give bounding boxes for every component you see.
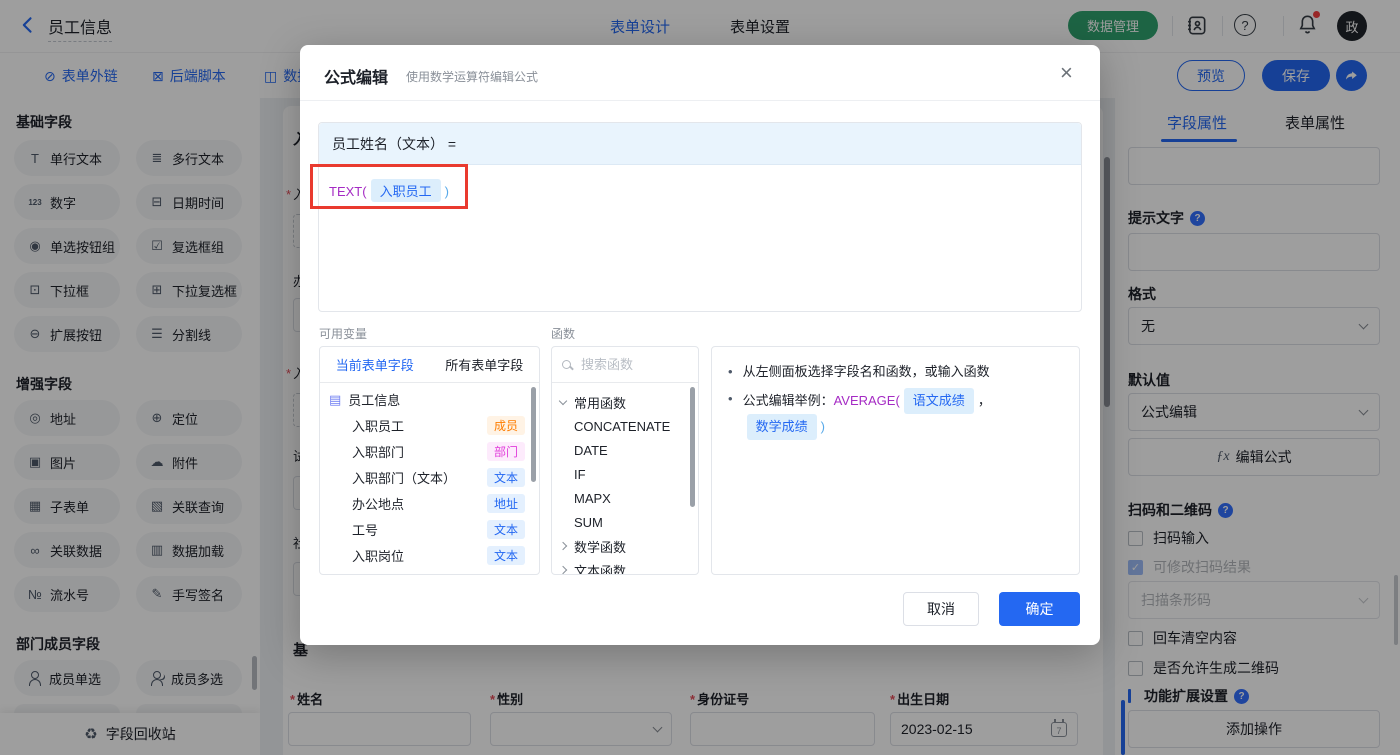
tips-panel: • 从左侧面板选择字段名和函数，或输入函数 • 公式编辑举例：AVERAGE(语文… <box>711 346 1080 575</box>
tip-line: • 从左侧面板选择字段名和函数，或输入函数 <box>728 364 990 379</box>
variables-scrollbar[interactable] <box>531 387 536 482</box>
example-chip: 数学成绩 <box>746 414 817 440</box>
functions-scrollbar[interactable] <box>690 387 695 507</box>
formula-editor-dialog: 公式编辑 使用数学运算符编辑公式 × 员工姓名（文本） = TEXT(入职员工)… <box>300 45 1100 645</box>
type-badge: 地址 <box>486 493 525 513</box>
confirm-button[interactable]: 确定 <box>999 592 1080 626</box>
variable-item[interactable]: 入职部门（文本） 文本 <box>320 464 539 490</box>
type-badge: 成员 <box>486 415 525 435</box>
function-search[interactable] <box>552 347 698 383</box>
chevron-right-icon <box>558 565 568 574</box>
variable-item[interactable]: 入职员工 成员 <box>320 412 539 438</box>
app-window: 员工信息 表单设计 表单设置 数据管理 政 ⊘ 表单外链 ⊠ 后端脚本 <box>0 0 1400 755</box>
tip-example: • 公式编辑举例：AVERAGE(语文成绩 ，数学成绩) <box>728 388 1063 440</box>
annotation-box <box>310 164 468 209</box>
function-item[interactable]: CONCATENATE <box>552 414 698 438</box>
function-item[interactable]: IF <box>552 462 698 486</box>
function-item[interactable]: MAPX <box>552 486 698 510</box>
function-search-input[interactable] <box>579 356 679 373</box>
variable-item[interactable]: 入职岗位 文本 <box>320 542 539 568</box>
chevron-right-icon <box>558 541 568 551</box>
chevron-down-icon <box>558 396 568 405</box>
variable-item[interactable]: 工号 文本 <box>320 516 539 542</box>
search-icon <box>562 360 571 369</box>
functions-caption: 函数 <box>551 327 576 341</box>
functions-panel: 常用函数 CONCATENATE DATE IF MAPX SUM 数学函数 文… <box>551 346 699 575</box>
function-group-text[interactable]: 文本函数 <box>552 558 698 574</box>
type-badge: 部门 <box>486 441 525 461</box>
function-item[interactable]: SUM <box>552 510 698 534</box>
type-badge: 文本 <box>486 467 525 487</box>
document-icon: ▤ <box>329 391 342 407</box>
variable-item[interactable]: 办公地点 地址 <box>320 490 539 516</box>
function-group-math[interactable]: 数学函数 <box>552 534 698 558</box>
tab-all-form-fields[interactable]: 所有表单字段 <box>430 355 540 374</box>
type-badge: 文本 <box>486 519 525 539</box>
formula-editor[interactable]: 员工姓名（文本） = TEXT(入职员工) <box>318 122 1082 312</box>
cancel-button[interactable]: 取消 <box>903 592 979 626</box>
tab-current-form-fields[interactable]: 当前表单字段 <box>320 355 430 374</box>
variables-caption: 可用变量 <box>319 327 368 341</box>
variables-panel: 当前表单字段 所有表单字段 ▤ 员工信息 入职员工 成员 入职部门 部门 入职部门（… <box>319 346 540 575</box>
dialog-title: 公式编辑 <box>324 70 389 87</box>
example-chip: 语文成绩 <box>903 388 974 414</box>
variable-item[interactable]: 入职部门 部门 <box>320 438 539 464</box>
close-icon[interactable]: × <box>1060 62 1073 84</box>
function-item[interactable]: DATE <box>552 438 698 462</box>
function-group-common[interactable]: 常用函数 <box>552 390 698 414</box>
type-badge: 文本 <box>486 545 525 565</box>
variables-tree-root[interactable]: ▤ 员工信息 <box>320 383 539 412</box>
formula-target: 员工姓名（文本） = <box>319 123 1081 165</box>
dialog-subtitle: 使用数学运算符编辑公式 <box>406 70 539 84</box>
divider <box>300 100 1100 101</box>
